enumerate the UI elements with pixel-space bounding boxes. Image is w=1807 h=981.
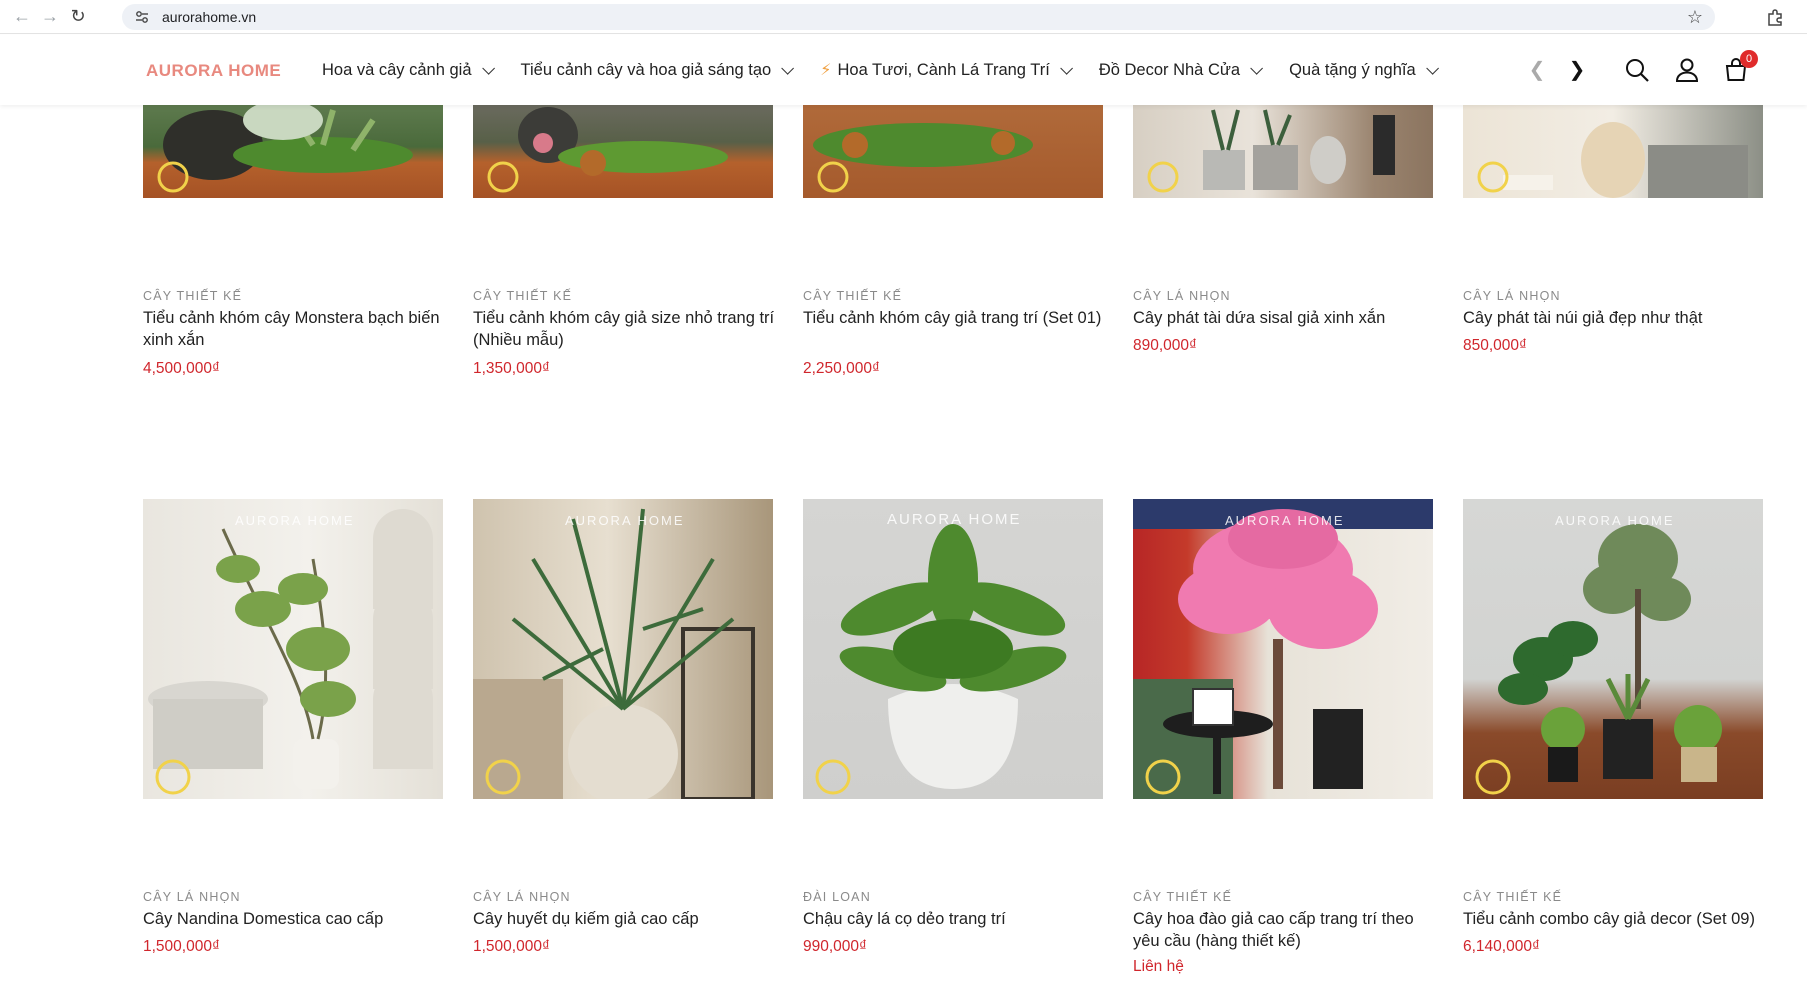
- menu-item-artificial-plants[interactable]: Hoa và cây cảnh giả: [322, 60, 495, 80]
- chevron-down-icon: [781, 61, 795, 75]
- product-image[interactable]: AURORA HOME: [803, 499, 1103, 799]
- main-menu: Hoa và cây cảnh giả Tiểu cảnh cây và hoa…: [322, 35, 1465, 105]
- image-watermark: AURORA HOME: [1225, 513, 1345, 528]
- product-category[interactable]: CÂY LÁ NHỌN: [1133, 289, 1231, 303]
- product-category[interactable]: CÂY THIẾT KẾ: [1133, 890, 1232, 904]
- bookmark-star-icon[interactable]: ☆: [1687, 7, 1703, 28]
- product-price: 4,500,000₫: [143, 360, 220, 377]
- menu-item-label: Hoa Tươi, Cành Lá Trang Trí: [837, 60, 1050, 79]
- forward-arrow-icon[interactable]: →: [36, 3, 64, 31]
- back-arrow-icon[interactable]: ←: [8, 3, 36, 31]
- product-name[interactable]: Tiểu cảnh khóm cây giả size nhỏ trang tr…: [473, 307, 778, 351]
- extensions-icon[interactable]: [1763, 5, 1787, 29]
- chevron-down-icon: [481, 61, 495, 75]
- product-image[interactable]: [1133, 105, 1433, 198]
- chevron-right-icon[interactable]: ❯: [1565, 57, 1589, 81]
- product-image[interactable]: AURORA HOME: [1463, 499, 1763, 799]
- product-category[interactable]: CÂY LÁ NHỌN: [1463, 289, 1561, 303]
- chevron-down-icon: [1060, 61, 1073, 75]
- product-name[interactable]: Cây hoa đào giả cao cấp trang trí theo y…: [1133, 908, 1438, 952]
- product-price: 850,000₫: [1463, 337, 1527, 354]
- chevron-down-icon: [1250, 61, 1264, 75]
- product-category[interactable]: CÂY LÁ NHỌN: [143, 890, 241, 904]
- product-category[interactable]: CÂY LÁ NHỌN: [473, 890, 571, 904]
- menu-item-label: Quà tặng ý nghĩa: [1289, 60, 1416, 79]
- site-logo[interactable]: AURORA HOME: [146, 61, 281, 81]
- product-category[interactable]: CÂY THIẾT KẾ: [1463, 890, 1562, 904]
- user-account-icon[interactable]: [1673, 56, 1701, 84]
- site-info-icon[interactable]: [132, 7, 152, 27]
- menu-item-gifts[interactable]: Quà tặng ý nghĩa: [1289, 60, 1439, 80]
- product-price: 6,140,000₫: [1463, 938, 1540, 955]
- product-price: 890,000₫: [1133, 337, 1197, 354]
- product-name[interactable]: Tiểu cảnh combo cây giả decor (Set 09): [1463, 908, 1768, 930]
- product-category[interactable]: CÂY THIẾT KẾ: [473, 289, 572, 303]
- product-price: 1,350,000₫: [473, 360, 550, 377]
- product-image[interactable]: [473, 105, 773, 198]
- cart-count-badge: 0: [1740, 50, 1758, 68]
- menu-item-label: Hoa và cây cảnh giả: [322, 60, 472, 79]
- product-category[interactable]: CÂY THIẾT KẾ: [143, 289, 242, 303]
- lightning-icon: ⚡: [820, 62, 832, 79]
- browser-toolbar: ← → ↻ aurorahome.vn ☆: [0, 0, 1807, 34]
- menu-item-label: Tiểu cảnh cây và hoa giả sáng tạo: [520, 60, 772, 79]
- url-text[interactable]: aurorahome.vn: [162, 9, 256, 25]
- product-price[interactable]: Liên hệ: [1133, 958, 1184, 976]
- product-price: 2,250,000₫: [803, 360, 880, 377]
- search-icon[interactable]: [1623, 56, 1651, 84]
- cart-icon[interactable]: 0: [1722, 50, 1758, 84]
- product-name[interactable]: Tiểu cảnh khóm cây giả trang trí (Set 01…: [803, 307, 1108, 329]
- product-name[interactable]: Tiểu cảnh khóm cây Monstera bạch biến xi…: [143, 307, 448, 351]
- product-image[interactable]: AURORA HOME: [143, 499, 443, 799]
- product-name[interactable]: Chậu cây lá cọ dẻo trang trí: [803, 908, 1108, 930]
- image-watermark: AURORA HOME: [887, 511, 1022, 528]
- product-image[interactable]: [803, 105, 1103, 198]
- image-watermark: AURORA HOME: [1555, 513, 1675, 528]
- site-header: AURORA HOME Hoa và cây cảnh giả Tiểu cản…: [0, 35, 1807, 105]
- image-watermark: AURORA HOME: [565, 513, 685, 528]
- product-image[interactable]: AURORA HOME: [473, 499, 773, 799]
- chevron-down-icon: [1425, 61, 1439, 75]
- menu-item-creative-landscapes[interactable]: Tiểu cảnh cây và hoa giả sáng tạo: [520, 60, 795, 80]
- product-image[interactable]: [143, 105, 443, 198]
- menu-scroll-controls: ❮ ❯: [1525, 57, 1589, 81]
- product-price: 990,000₫: [803, 938, 867, 955]
- product-name[interactable]: Cây phát tài dứa sisal giả xinh xắn: [1133, 307, 1438, 329]
- product-price: 1,500,000₫: [143, 938, 220, 955]
- product-image[interactable]: [1463, 105, 1763, 198]
- menu-item-label: Đồ Decor Nhà Cửa: [1098, 60, 1241, 79]
- product-category[interactable]: ĐÀI LOAN: [803, 890, 871, 904]
- menu-item-fresh-flowers[interactable]: ⚡ Hoa Tươi, Cành Lá Trang Trí: [820, 60, 1073, 80]
- image-watermark: AURORA HOME: [235, 513, 355, 528]
- product-price: 1,500,000₫: [473, 938, 550, 955]
- menu-item-home-decor[interactable]: Đồ Decor Nhà Cửa: [1098, 60, 1264, 80]
- product-name[interactable]: Cây huyết dụ kiếm giả cao cấp: [473, 908, 778, 930]
- chevron-left-icon[interactable]: ❮: [1525, 57, 1549, 81]
- product-image[interactable]: AURORA HOME: [1133, 499, 1433, 799]
- address-bar[interactable]: aurorahome.vn ☆: [122, 4, 1715, 30]
- product-category[interactable]: CÂY THIẾT KẾ: [803, 289, 902, 303]
- product-name[interactable]: Cây phát tài núi giả đẹp như thật: [1463, 307, 1768, 329]
- reload-icon[interactable]: ↻: [64, 3, 92, 31]
- product-name[interactable]: Cây Nandina Domestica cao cấp: [143, 908, 448, 930]
